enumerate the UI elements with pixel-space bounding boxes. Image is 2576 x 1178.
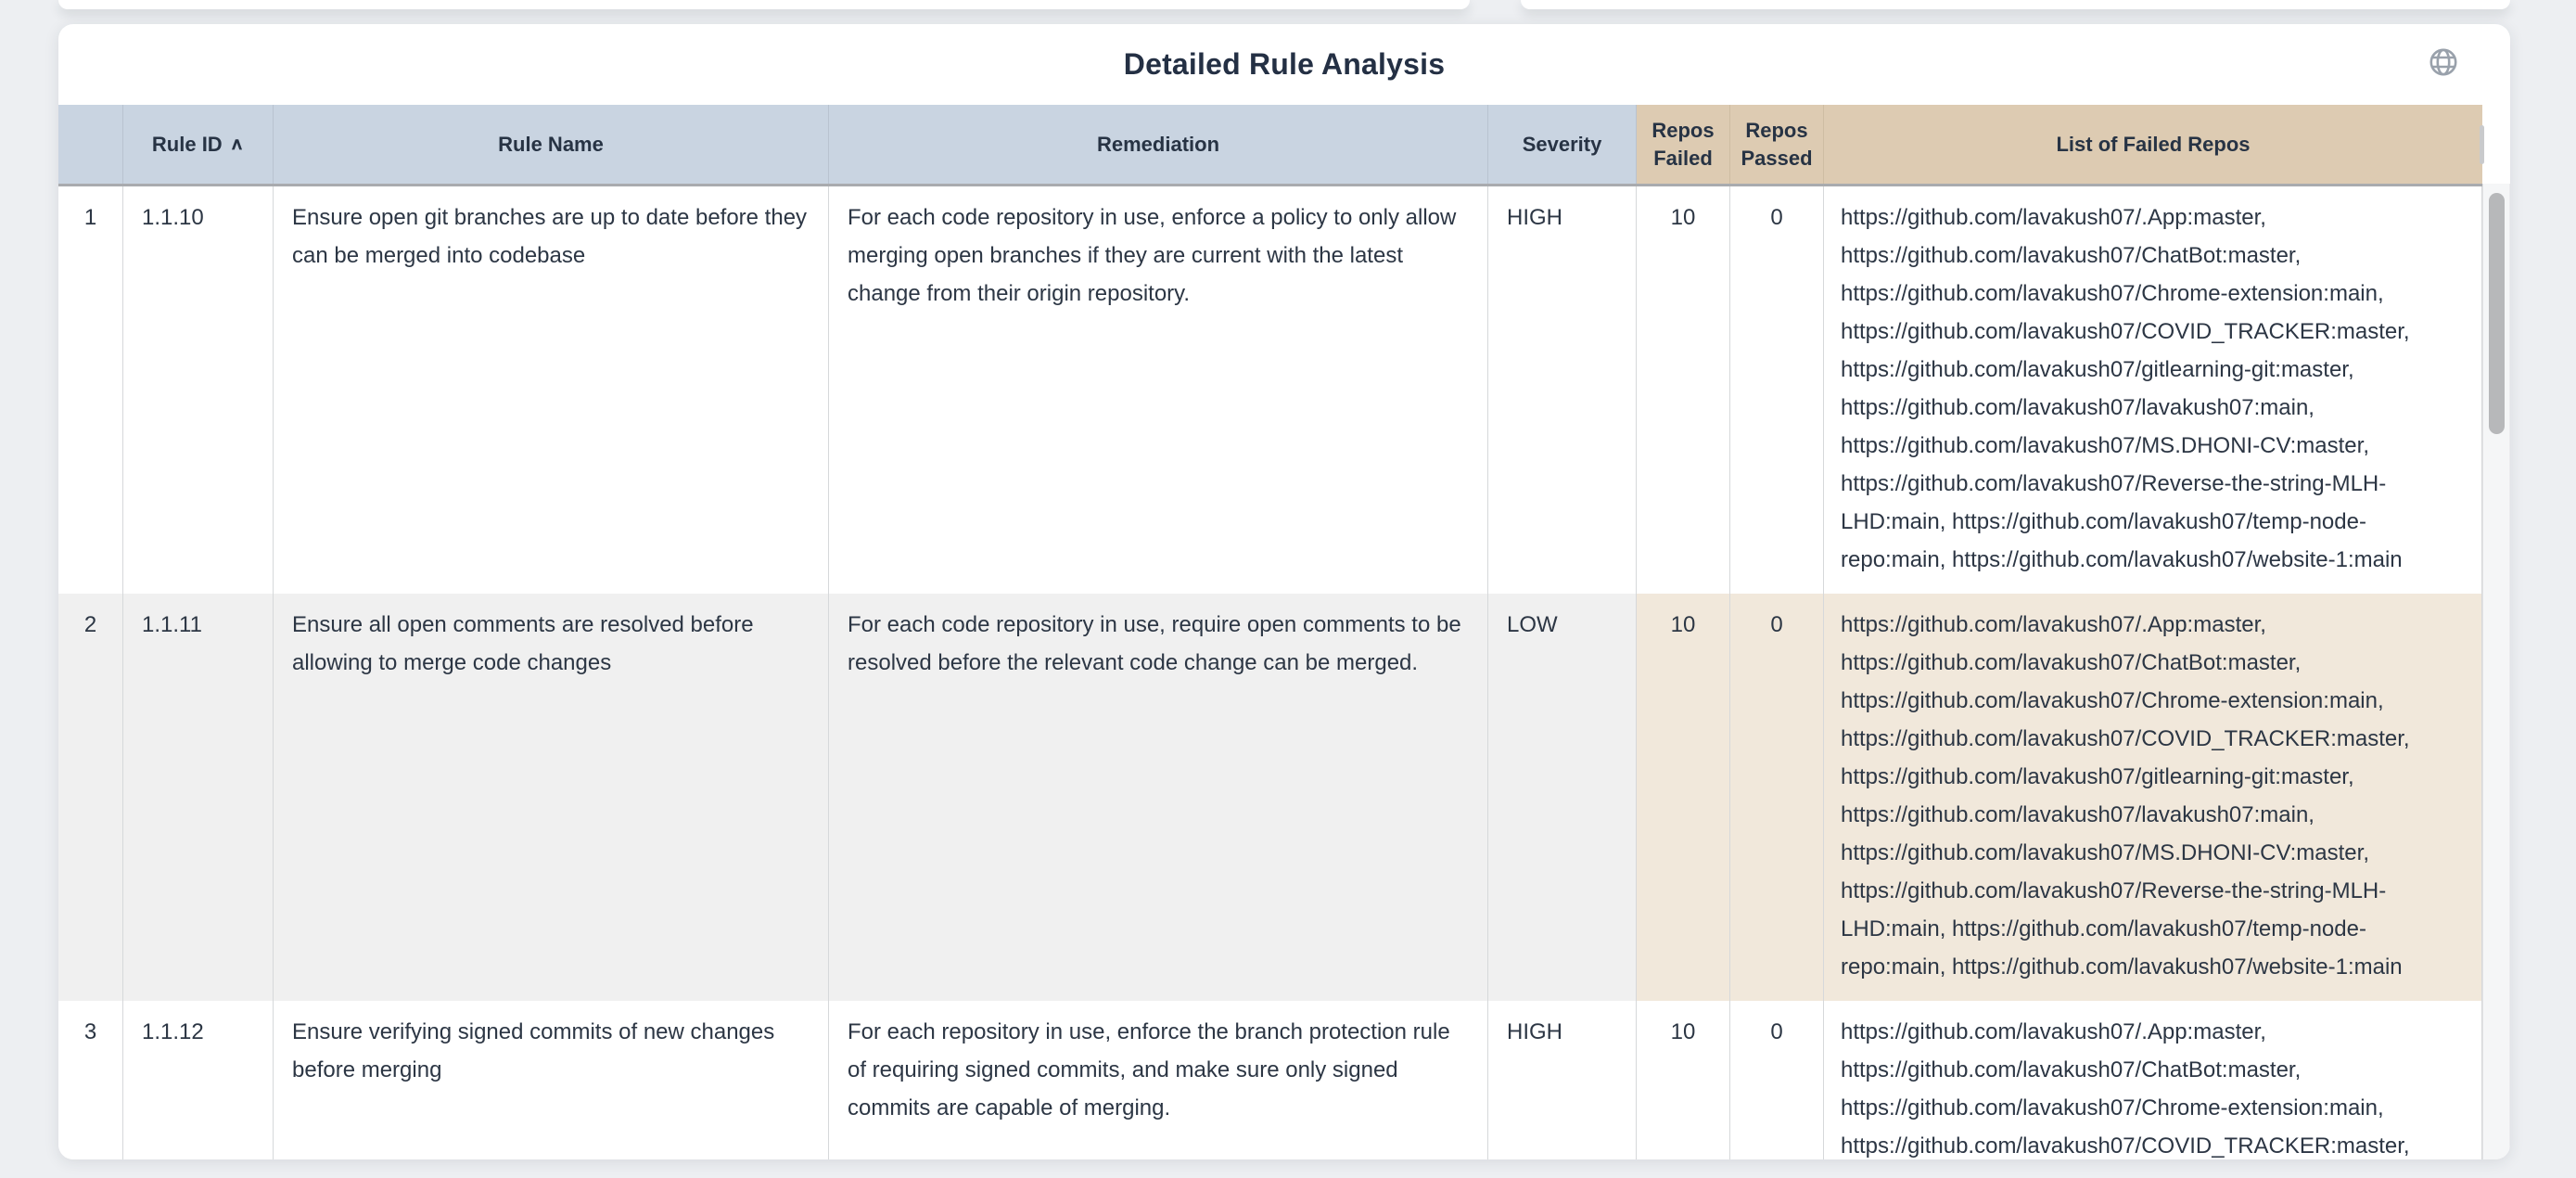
cell-rule-name: Ensure verifying signed commits of new c… — [274, 1001, 829, 1159]
cell-failed-repos: https://github.com/lavakush07/.App:maste… — [1824, 1001, 2482, 1159]
header-rule-name[interactable]: Rule Name — [274, 105, 829, 184]
cell-severity: LOW — [1488, 594, 1637, 1001]
cell-rule-id: 1.1.12 — [123, 1001, 274, 1159]
header-repos-passed[interactable]: Repos Passed — [1730, 105, 1824, 184]
cell-rule-name: Ensure open git branches are up to date … — [274, 186, 829, 594]
table-body: 1 1.1.10 Ensure open git branches are up… — [58, 186, 2482, 1159]
table-header-row: Rule ID ∧ Rule Name Remediation Severity… — [58, 105, 2510, 186]
cell-repos-failed: 10 — [1637, 594, 1730, 1001]
table-row: 3 1.1.12 Ensure verifying signed commits… — [58, 1001, 2482, 1159]
cell-remediation: For each code repository in use, enforce… — [829, 186, 1488, 594]
header-repos-failed[interactable]: Repos Failed — [1637, 105, 1730, 184]
cell-repos-passed: 0 — [1730, 594, 1824, 1001]
header-severity[interactable]: Severity — [1488, 105, 1637, 184]
cell-index: 2 — [58, 594, 123, 1001]
upper-card-bottom-left — [58, 0, 1470, 9]
table-row: 1 1.1.10 Ensure open git branches are up… — [58, 186, 2482, 594]
page-title: Detailed Rule Analysis — [1124, 47, 1445, 82]
header-remediation[interactable]: Remediation — [829, 105, 1488, 184]
cell-remediation: For each code repository in use, require… — [829, 594, 1488, 1001]
upper-card-bottom-right — [1521, 0, 2510, 9]
cell-failed-repos: https://github.com/lavakush07/.App:maste… — [1824, 186, 2482, 594]
cell-rule-id: 1.1.10 — [123, 186, 274, 594]
header-failed-repos[interactable]: List of Failed Repos — [1824, 105, 2482, 184]
cell-rule-id: 1.1.11 — [123, 594, 274, 1001]
table-row: 2 1.1.11 Ensure all open comments are re… — [58, 594, 2482, 1001]
cell-repos-passed: 0 — [1730, 1001, 1824, 1159]
cell-remediation: For each repository in use, enforce the … — [829, 1001, 1488, 1159]
header-rule-id-label: Rule ID — [152, 131, 223, 159]
cell-severity: HIGH — [1488, 1001, 1637, 1159]
cell-repos-failed: 10 — [1637, 186, 1730, 594]
cell-rule-name: Ensure all open comments are resolved be… — [274, 594, 829, 1001]
card-header: Detailed Rule Analysis — [58, 24, 2510, 105]
cell-index: 1 — [58, 186, 123, 594]
header-scrollbar-divider — [2480, 125, 2484, 164]
header-scrollbar-gutter — [2482, 105, 2510, 184]
scrollbar-thumb[interactable] — [2489, 193, 2505, 434]
rules-table: Rule ID ∧ Rule Name Remediation Severity… — [58, 105, 2510, 1159]
detailed-rule-analysis-card: Detailed Rule Analysis Rule ID ∧ Rule N — [58, 24, 2510, 1159]
cell-repos-passed: 0 — [1730, 186, 1824, 594]
header-rule-id[interactable]: Rule ID ∧ — [123, 105, 274, 184]
sort-ascending-icon: ∧ — [230, 133, 244, 157]
cell-repos-failed: 10 — [1637, 1001, 1730, 1159]
cell-severity: HIGH — [1488, 186, 1637, 594]
cell-index: 3 — [58, 1001, 123, 1159]
header-index[interactable] — [58, 105, 123, 184]
table-vertical-scrollbar[interactable] — [2482, 184, 2510, 1159]
globe-icon[interactable] — [2428, 46, 2459, 78]
cell-failed-repos: https://github.com/lavakush07/.App:maste… — [1824, 594, 2482, 1001]
